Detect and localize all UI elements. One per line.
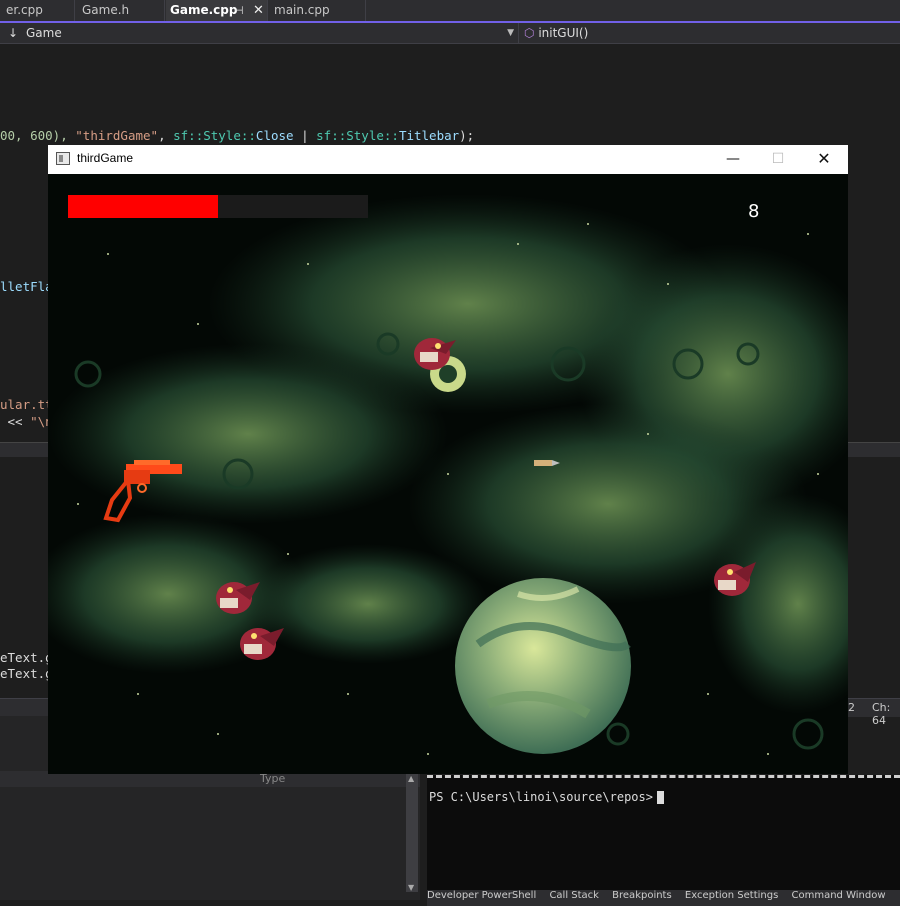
bullet [534, 460, 560, 466]
scroll-up-icon[interactable]: ▲ [408, 774, 414, 783]
enemy-monster-1 [414, 338, 456, 370]
chevron-down-icon: ▼ [507, 28, 514, 38]
member-dropdown[interactable]: ⬡ initGUI() [524, 23, 588, 43]
scope-arrow-icon: ↓ [8, 26, 19, 40]
game-canvas[interactable]: 8 [48, 174, 848, 774]
minimize-button[interactable]: — [711, 145, 755, 174]
maximize-button[interactable]: ☐ [756, 145, 800, 174]
tab-exception-settings[interactable]: Exception Settings [685, 890, 778, 901]
tab-game-cpp-label: Game.cpp [170, 3, 238, 17]
member-label: initGUI() [538, 26, 589, 40]
code-line-bullet-flag: lletFla [0, 279, 53, 294]
vertical-scrollbar[interactable]: ▲ ▼ [406, 774, 418, 892]
line-number: 2 [848, 701, 855, 714]
editor-tab-bar: er.cpp Game.h Game.cpp ⊣ ✕ main.cpp [0, 0, 900, 23]
scope-label: Game [26, 26, 62, 40]
pin-tab-icon[interactable]: ⊣ [234, 0, 244, 21]
enemy-monster-4 [714, 562, 756, 596]
panel-tab-strip: Developer PowerShell Call Stack Breakpoi… [427, 890, 900, 906]
code-line-output: << "\n [0, 414, 53, 429]
health-bar-fill [68, 195, 218, 218]
player-gun [103, 460, 182, 523]
tab-game-h[interactable]: Game.h [76, 0, 165, 21]
score-counter: 8 [748, 201, 760, 222]
tab-developer-powershell[interactable]: Developer PowerShell [427, 890, 536, 901]
close-window-button[interactable]: ✕ [802, 145, 846, 174]
code-line-window-create: 00, 600), "thirdGame", sf::Style::Close … [0, 128, 475, 143]
code-line-text-2: eText.g [0, 666, 53, 681]
enemy-monster-3 [240, 628, 284, 660]
scope-dropdown[interactable]: ↓ Game ▼ [4, 23, 519, 43]
tab-command-window[interactable]: Command Window [792, 890, 886, 901]
app-icon [56, 152, 70, 165]
window-title-bar[interactable]: thirdGame — ☐ ✕ [48, 145, 848, 174]
tab-call-stack[interactable]: Call Stack [549, 890, 599, 901]
enemy-monster-2 [216, 582, 260, 614]
window-title: thirdGame [77, 151, 134, 165]
game-sprites [103, 338, 756, 660]
terminal-cursor [656, 791, 664, 804]
terminal-prompt: PS C:\Users\linoi\source\repos> [429, 790, 664, 804]
scroll-down-icon[interactable]: ▼ [408, 883, 414, 892]
navigation-bar: ↓ Game ▼ ⬡ initGUI() [0, 23, 900, 44]
health-bar [68, 195, 368, 218]
terminal-panel[interactable]: PS C:\Users\linoi\source\repos> Develope… [427, 775, 900, 906]
code-line-font-path: ular.tt [0, 397, 53, 412]
game-window[interactable]: thirdGame — ☐ ✕ 8 [48, 145, 848, 774]
tab-main-cpp[interactable]: main.cpp [268, 0, 366, 21]
code-line-text-1: eText.g [0, 650, 53, 665]
column-number: Ch: 64 [872, 701, 891, 727]
close-tab-icon[interactable]: ✕ [253, 0, 264, 21]
cube-icon: ⬡ [524, 26, 535, 40]
tab-breakpoints[interactable]: Breakpoints [612, 890, 672, 901]
tab-player-cpp[interactable]: er.cpp [0, 0, 75, 21]
